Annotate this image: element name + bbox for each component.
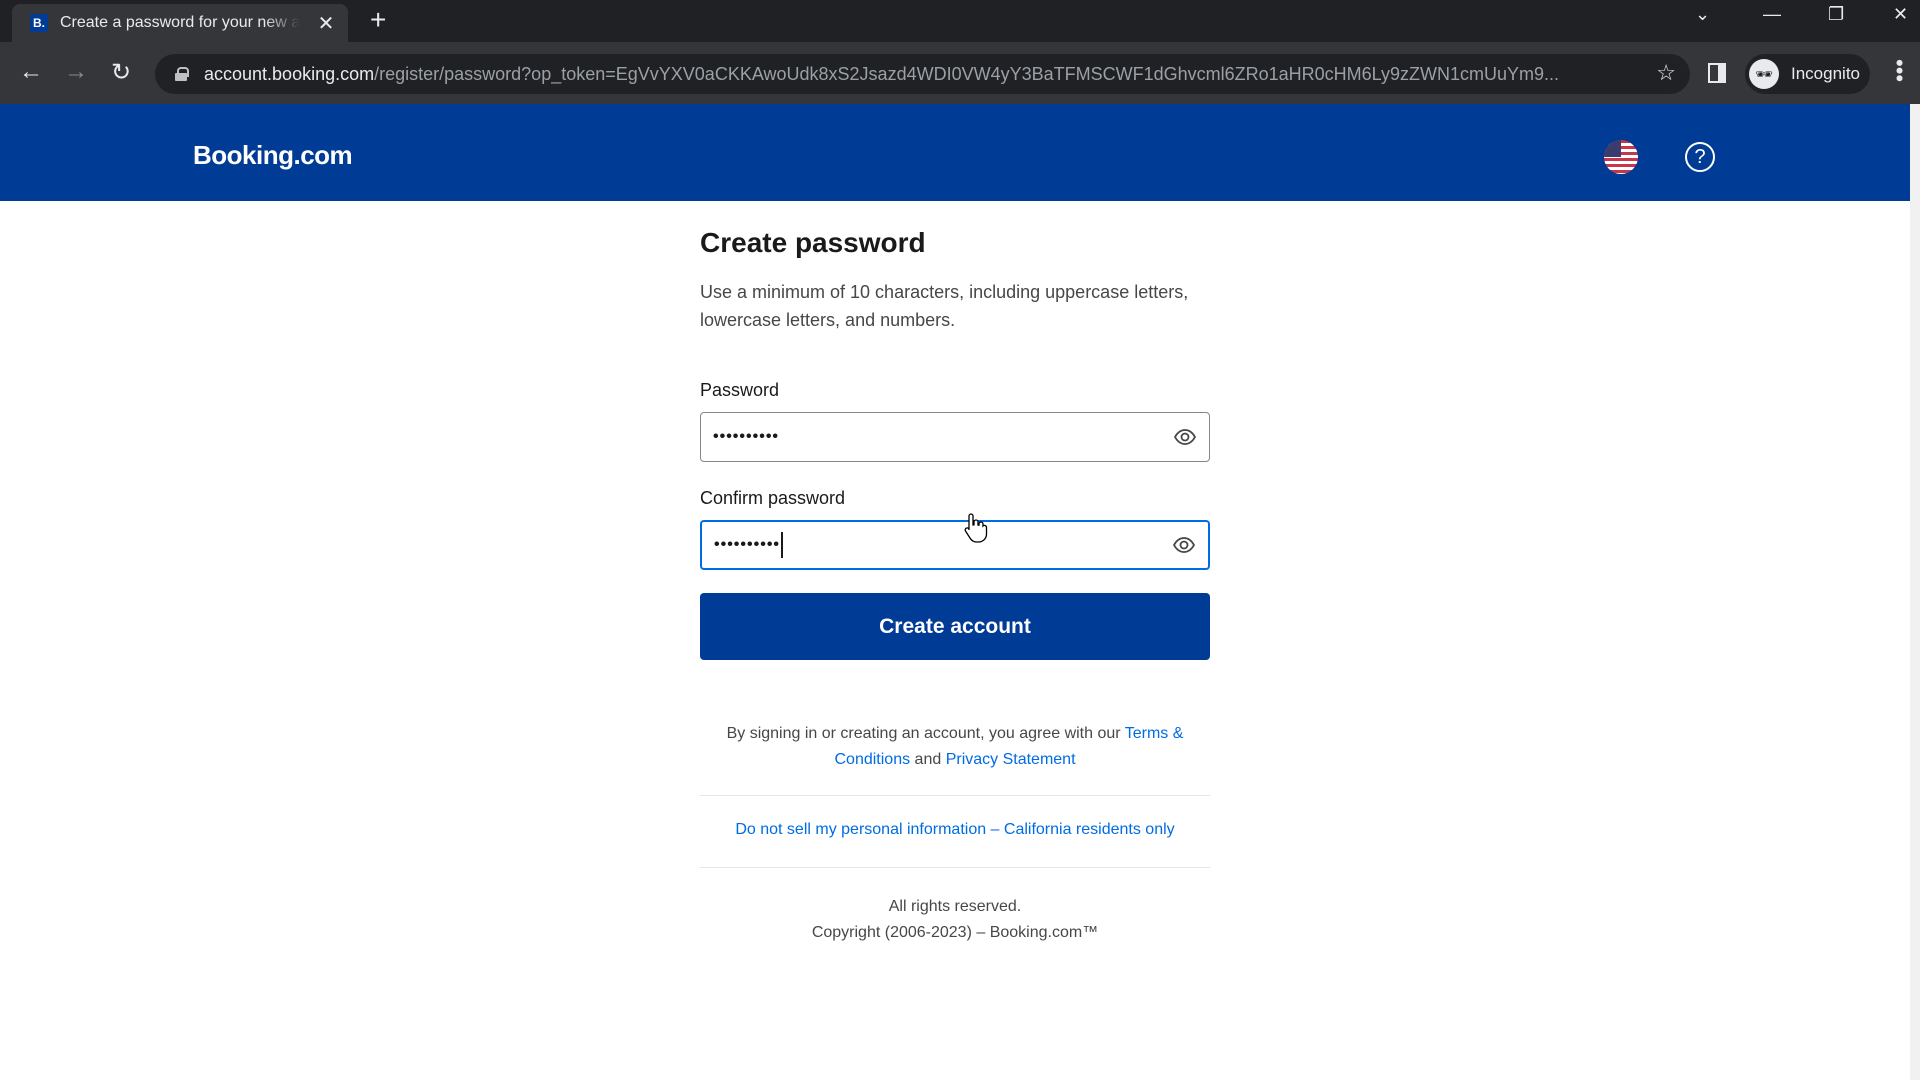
- incognito-profile-button[interactable]: 🕶 Incognito: [1745, 54, 1870, 94]
- help-icon[interactable]: ?: [1685, 142, 1715, 172]
- do-not-sell-link[interactable]: Do not sell my personal information – Ca…: [735, 821, 1174, 838]
- browser-menu-icon[interactable]: •••: [1887, 59, 1912, 82]
- show-confirm-password-eye-icon[interactable]: [1172, 533, 1196, 557]
- password-requirements: Use a minimum of 10 characters, includin…: [700, 282, 1189, 330]
- divider: [700, 795, 1210, 796]
- show-password-eye-icon[interactable]: [1173, 425, 1197, 449]
- confirm-password-wrap: ••••••••••: [714, 532, 1172, 558]
- confirm-password-label: Confirm password: [700, 488, 846, 508]
- browser-tab[interactable]: B. Create a password for your new accoun…: [12, 4, 348, 42]
- forward-button[interactable]: →: [60, 56, 92, 88]
- browser-toolbar: ← → ↻ account.booking.com /register/pass…: [0, 42, 1920, 104]
- terms-and: and: [910, 751, 946, 768]
- divider: [700, 867, 1210, 868]
- us-flag-icon[interactable]: [1604, 140, 1638, 174]
- incognito-icon: 🕶: [1749, 59, 1779, 89]
- password-field[interactable]: ••••••••••: [700, 412, 1210, 462]
- confirm-password-field[interactable]: ••••••••••: [700, 520, 1210, 570]
- booking-favicon-icon: B.: [30, 14, 48, 32]
- reload-button[interactable]: ↻: [105, 56, 137, 88]
- url-host: account.booking.com: [204, 63, 375, 84]
- page: Booking.com ? Create password Use a mini…: [0, 104, 1910, 1080]
- address-bar[interactable]: account.booking.com /register/password?o…: [155, 54, 1690, 94]
- text-caret: [781, 532, 784, 558]
- tab-search-chevron-icon[interactable]: ⌄: [1695, 4, 1710, 25]
- side-panel-icon[interactable]: [1708, 63, 1726, 83]
- back-button[interactable]: ←: [15, 56, 47, 88]
- url-path: /register/password?op_token=EgVvYXV0aCKK…: [374, 63, 1560, 84]
- hand-cursor-icon: [964, 513, 988, 543]
- lock-icon[interactable]: [175, 67, 189, 81]
- close-tab-icon[interactable]: ✕: [316, 11, 336, 36]
- booking-logo[interactable]: Booking.com: [193, 140, 353, 171]
- site-header: Booking.com ?: [0, 104, 1910, 201]
- password-label: Password: [700, 380, 780, 400]
- privacy-statement-link[interactable]: Privacy Statement: [946, 751, 1076, 768]
- close-window-button[interactable]: ✕: [1893, 4, 1908, 25]
- create-account-button[interactable]: Create account: [700, 593, 1210, 660]
- terms-prefix: By signing in or creating an account, yo…: [726, 725, 1125, 742]
- password-value: ••••••••••: [713, 428, 780, 445]
- rights-text: All rights reserved.: [888, 898, 1022, 915]
- incognito-label: Incognito: [1791, 64, 1860, 83]
- footer: All rights reserved. Copyright (2006-202…: [700, 894, 1210, 946]
- new-tab-button[interactable]: +: [370, 6, 386, 34]
- tab-title: Create a password for your new account: [60, 14, 300, 31]
- ccpa-notice: Do not sell my personal information – Ca…: [700, 821, 1210, 839]
- confirm-password-value: ••••••••••: [714, 536, 781, 554]
- bookmark-star-icon[interactable]: ☆: [1656, 60, 1676, 86]
- page-title: Create password: [700, 227, 926, 258]
- minimize-button[interactable]: —: [1763, 4, 1781, 25]
- browser-tab-bar: B. Create a password for your new accoun…: [0, 0, 1920, 42]
- page-scrollbar[interactable]: [1910, 104, 1920, 1080]
- copyright-text: Copyright (2006-2023) – Booking.com™: [811, 924, 1099, 941]
- restore-button[interactable]: ❐: [1828, 4, 1844, 25]
- terms-notice: By signing in or creating an account, yo…: [700, 721, 1210, 773]
